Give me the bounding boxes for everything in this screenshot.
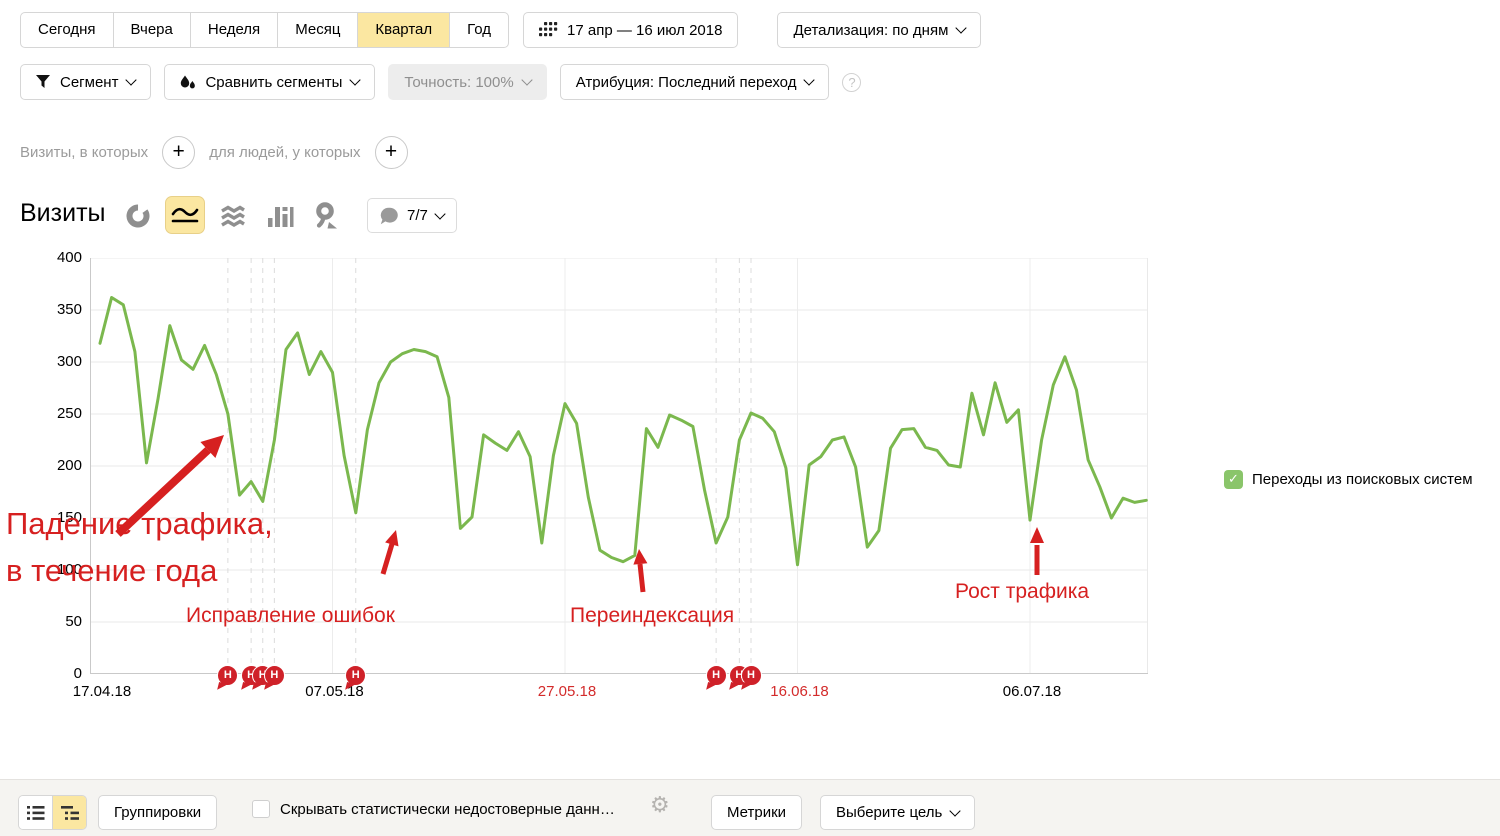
line-chart-icon [170,203,200,227]
detail-dropdown[interactable]: Детализация: по дням [777,12,981,48]
visits-filter-label: Визиты, в которых [20,144,148,161]
x-tick-label: 27.05.18 [538,683,596,700]
y-tick-label: 400 [30,249,82,266]
annotation-growth: Рост трафика [955,580,1089,604]
metrics-label: Метрики [727,804,786,821]
comments-dropdown[interactable]: 7/7 [367,198,457,233]
funnel-icon [36,75,51,89]
chevron-down-icon [521,74,532,85]
segment-button[interactable]: Сегмент [20,64,151,100]
bar-chart-icon[interactable] [266,203,294,234]
plus-icon: + [173,140,185,164]
y-tick-label: 350 [30,301,82,318]
date-range-label: 17 апр — 16 июл 2018 [567,22,722,39]
chevron-down-icon [804,74,815,85]
y-tick-label: 250 [30,405,82,422]
legend-checkbox[interactable]: ✓ [1224,470,1243,489]
tree-icon [61,806,79,820]
calendar-grid-icon [539,22,558,38]
chart-title: Визиты [20,199,106,228]
help-icon[interactable]: ? [842,73,861,92]
hide-unreliable-label: Скрывать статистически недостоверные дан… [280,801,615,818]
select-goal-label: Выберите цель [836,804,942,821]
add-people-condition-button[interactable]: + [375,136,408,169]
comments-count: 7/7 [407,207,428,224]
check-icon: ✓ [1228,472,1239,487]
groupings-button[interactable]: Группировки [98,795,217,830]
chevron-down-icon [950,805,961,816]
date-range-button[interactable]: 17 апр — 16 июл 2018 [523,12,738,48]
map-pin-icon[interactable] [314,202,340,235]
hide-unreliable-checkbox[interactable] [252,800,270,818]
y-tick-label: 200 [30,457,82,474]
segment-label: Сегмент [60,74,118,91]
x-tick-label: 17.04.18 [73,683,131,700]
period-button-Неделя[interactable]: Неделя [190,13,277,47]
list-icon [27,806,45,820]
x-tick-label: 06.07.18 [1003,683,1061,700]
period-button-Месяц[interactable]: Месяц [277,13,357,47]
detail-label: Детализация: по дням [793,22,948,39]
period-button-Сегодня[interactable]: Сегодня [21,13,113,47]
select-goal-dropdown[interactable]: Выберите цель [820,795,975,830]
annotation-traffic-drop-line2: в течение года [6,553,217,589]
view-mode-toggle [18,795,87,830]
annotation-traffic-drop-line1: Падение трафика, [6,506,273,542]
tree-view-button[interactable] [52,796,86,829]
chevron-down-icon [956,22,967,33]
list-view-button[interactable] [19,796,52,829]
comment-marker[interactable]: Н [706,665,727,686]
chevron-down-icon [350,74,361,85]
annotation-reindex: Переиндексация [570,604,734,628]
period-group: СегодняВчераНеделяМесяцКварталГод [20,12,509,48]
attribution-label: Атрибуция: Последний переход [576,74,797,91]
compare-segments-label: Сравнить сегменты [205,74,342,91]
legend-item[interactable]: ✓ Переходы из поисковых систем [1224,470,1473,489]
gear-icon[interactable]: ⚙ [650,793,670,818]
yandex-metrica-page: СегодняВчераНеделяМесяцКварталГод 17 апр… [0,0,1500,836]
legend-label: Переходы из поисковых систем [1252,471,1473,488]
toolbar-row-segments: Сегмент Сравнить сегменты Точность: 100%… [20,64,861,100]
comment-marker[interactable]: Н [217,665,238,686]
toolbar-row-periods: СегодняВчераНеделяМесяцКварталГод 17 апр… [20,12,981,48]
annotation-bugfix: Исправление ошибок [186,604,395,628]
metrics-button[interactable]: Метрики [711,795,802,830]
people-filter-label: для людей, у которых [209,144,360,161]
accuracy-dropdown[interactable]: Точность: 100% [388,64,546,100]
period-button-Вчера[interactable]: Вчера [113,13,190,47]
period-button-Квартал[interactable]: Квартал [357,13,449,47]
y-tick-label: 50 [30,613,82,630]
pie-chart-icon[interactable] [125,203,151,234]
y-tick-label: 0 [30,665,82,682]
chevron-down-icon [126,74,137,85]
add-visit-condition-button[interactable]: + [162,136,195,169]
chart-header: Визиты [20,196,660,236]
x-tick-label: 16.06.18 [770,683,828,700]
y-tick-label: 300 [30,353,82,370]
drops-icon [180,74,196,90]
toolbar-row-filters: Визиты, в которых + для людей, у которых… [20,136,408,169]
plus-icon: + [385,140,397,164]
groupings-label: Группировки [114,804,201,821]
chevron-down-icon [434,208,445,219]
compare-segments-button[interactable]: Сравнить сегменты [164,64,375,100]
help-glyph: ? [848,75,855,90]
attribution-dropdown[interactable]: Атрибуция: Последний переход [560,64,830,100]
accuracy-label: Точность: 100% [404,74,513,91]
stacked-area-icon[interactable] [220,204,246,233]
comment-marker[interactable]: Н [741,665,762,686]
bottom-toolbar: Группировки Скрывать статистически недос… [0,779,1500,836]
line-chart-icon-selected[interactable] [165,196,205,234]
comment-marker[interactable]: Н [264,665,285,686]
period-button-Год[interactable]: Год [449,13,508,47]
comment-bubble-icon [380,207,399,225]
